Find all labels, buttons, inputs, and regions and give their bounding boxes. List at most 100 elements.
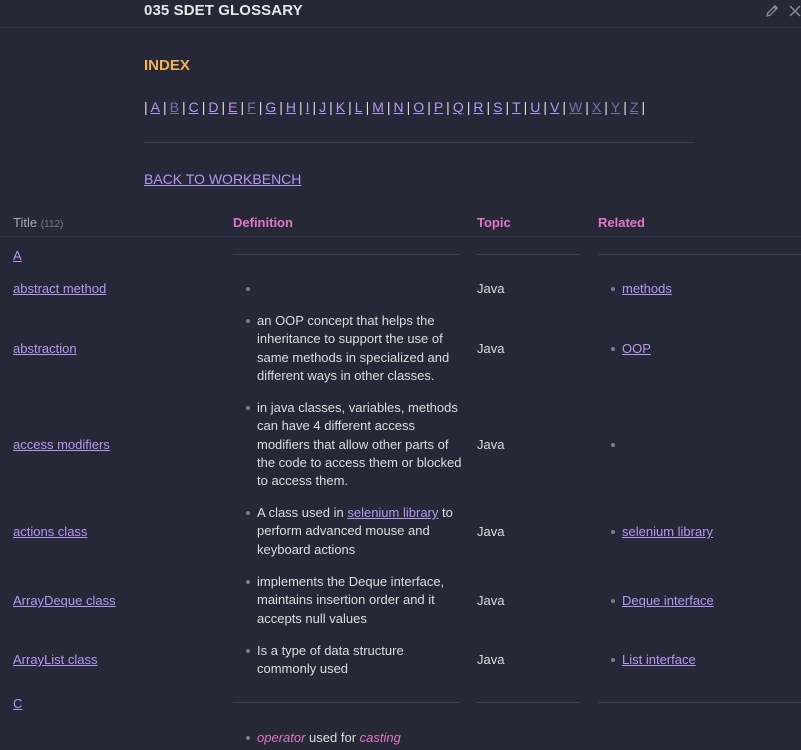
entry-title-link[interactable]: actions class xyxy=(13,524,87,539)
related-link[interactable]: Deque interface xyxy=(622,593,714,608)
index-letter-s[interactable]: S xyxy=(493,99,502,115)
index-letter-b[interactable]: B xyxy=(170,99,179,115)
index-separator: | xyxy=(181,99,186,115)
entry-title-link[interactable]: access modifiers xyxy=(13,437,110,452)
entry-title-link[interactable]: ArrayDeque class xyxy=(13,593,116,608)
table-row: C xyxy=(13,696,22,711)
bullet-dot xyxy=(246,511,250,515)
index-separator: | xyxy=(641,99,646,115)
definition-emphasis: casting xyxy=(359,730,401,745)
bullet-dot xyxy=(246,649,250,653)
index-letter-d[interactable]: D xyxy=(208,99,218,115)
back-to-workbench-link[interactable]: BACK TO WORKBENCH xyxy=(144,171,301,187)
index-letter-g[interactable]: G xyxy=(265,99,276,115)
index-letter-k[interactable]: K xyxy=(336,99,345,115)
index-letter-r[interactable]: R xyxy=(473,99,483,115)
group-letter-link[interactable]: C xyxy=(13,696,22,711)
definition-cell: Is a type of data structure commonly use… xyxy=(246,642,417,679)
index-letter-w[interactable]: W xyxy=(569,99,582,115)
index-separator: | xyxy=(348,99,352,115)
column-title-label: Title xyxy=(13,215,38,230)
index-letter-z[interactable]: Z xyxy=(630,99,639,115)
index-separator: | xyxy=(604,99,608,115)
topic-cell: Java xyxy=(477,437,505,452)
related-cell: OOP xyxy=(611,340,651,358)
index-letter-i[interactable]: I xyxy=(306,99,310,115)
index-letter-x[interactable]: X xyxy=(592,99,601,115)
index-letter-q[interactable]: Q xyxy=(453,99,464,115)
table-row: abstraction xyxy=(13,340,77,358)
index-letter-p[interactable]: P xyxy=(434,99,443,115)
entry-title-link[interactable]: abstraction xyxy=(13,341,77,356)
index-letter-n[interactable]: N xyxy=(394,99,404,115)
related-link[interactable]: selenium library xyxy=(622,524,713,539)
column-header-definition[interactable]: Definition xyxy=(233,215,293,230)
title-bar: 035 SDET GLOSSARY xyxy=(0,0,801,28)
group-letter-link[interactable]: A xyxy=(13,248,22,263)
bullet-dot xyxy=(611,658,615,662)
index-letter-a[interactable]: A xyxy=(151,99,160,115)
divider xyxy=(144,142,694,143)
index-letter-v[interactable]: V xyxy=(550,99,559,115)
related-link[interactable]: methods xyxy=(622,281,672,296)
related-cell: Deque interface xyxy=(611,592,714,610)
definition-cell: an OOP concept that helps the inheritanc… xyxy=(246,312,472,385)
related-cell: List interface xyxy=(611,651,696,669)
bullet-dot xyxy=(246,287,250,291)
index-separator: | xyxy=(523,99,528,115)
index-letter-j[interactable]: J xyxy=(319,99,326,115)
bullet-dot xyxy=(611,530,615,534)
index-separator: | xyxy=(562,99,567,115)
topic-cell: Java xyxy=(477,593,505,608)
table-row: access modifiers xyxy=(13,436,110,454)
entry-title-link[interactable]: abstract method xyxy=(13,281,106,296)
index-separator: | xyxy=(279,99,283,115)
entry-title-link[interactable]: ArrayList class xyxy=(13,652,98,667)
column-header-title[interactable]: Title (112) xyxy=(13,215,63,230)
index-separator: | xyxy=(162,99,167,115)
related-link[interactable]: OOP xyxy=(622,341,651,356)
cell-divider xyxy=(233,254,459,255)
related-cell: selenium library xyxy=(611,523,713,541)
index-separator: | xyxy=(201,99,206,115)
index-letter-c[interactable]: C xyxy=(189,99,199,115)
topic-cell: Java xyxy=(477,281,505,296)
related-link[interactable]: List interface xyxy=(622,652,696,667)
index-letter-u[interactable]: U xyxy=(530,99,540,115)
cell-divider xyxy=(598,702,801,703)
close-icon[interactable] xyxy=(787,3,801,19)
bullet-dot xyxy=(611,287,615,291)
index-separator: | xyxy=(486,99,491,115)
index-letter-t[interactable]: T xyxy=(512,99,521,115)
definition-text-pre: A class used in xyxy=(257,505,344,520)
index-separator: | xyxy=(427,99,431,115)
index-separator: | xyxy=(329,99,333,115)
cell-divider xyxy=(477,702,580,703)
pencil-icon[interactable] xyxy=(764,3,780,19)
table-row: ArrayList class xyxy=(13,651,98,669)
index-letter-f[interactable]: F xyxy=(247,99,256,115)
definition-cell: operator used for casting xyxy=(246,729,477,747)
index-letter-o[interactable]: O xyxy=(413,99,424,115)
topic-cell: Java xyxy=(477,524,505,539)
index-separator: | xyxy=(466,99,471,115)
index-letter-h[interactable]: H xyxy=(286,99,296,115)
table-row: abstract method xyxy=(13,280,106,298)
definition-text: implements the Deque interface, maintain… xyxy=(257,574,445,626)
row-count: (112) xyxy=(40,219,64,230)
definition-inline-link[interactable]: selenium library xyxy=(347,505,438,520)
column-header-related[interactable]: Related xyxy=(598,215,645,230)
index-separator: | xyxy=(365,99,370,115)
index-separator: | xyxy=(298,99,303,115)
index-separator: | xyxy=(505,99,510,115)
note-title: 035 SDET GLOSSARY xyxy=(144,2,303,19)
topic-cell: Java xyxy=(477,341,505,356)
index-letter-e[interactable]: E xyxy=(228,99,237,115)
definition-text: an OOP concept that helps the inheritanc… xyxy=(257,313,450,383)
index-separator: | xyxy=(406,99,411,115)
definition-cell: implements the Deque interface, maintain… xyxy=(246,573,457,628)
index-letter-m[interactable]: M xyxy=(372,99,384,115)
index-letter-y[interactable]: Y xyxy=(611,99,620,115)
column-header-topic[interactable]: Topic xyxy=(477,215,511,230)
index-letter-l[interactable]: L xyxy=(355,99,363,115)
